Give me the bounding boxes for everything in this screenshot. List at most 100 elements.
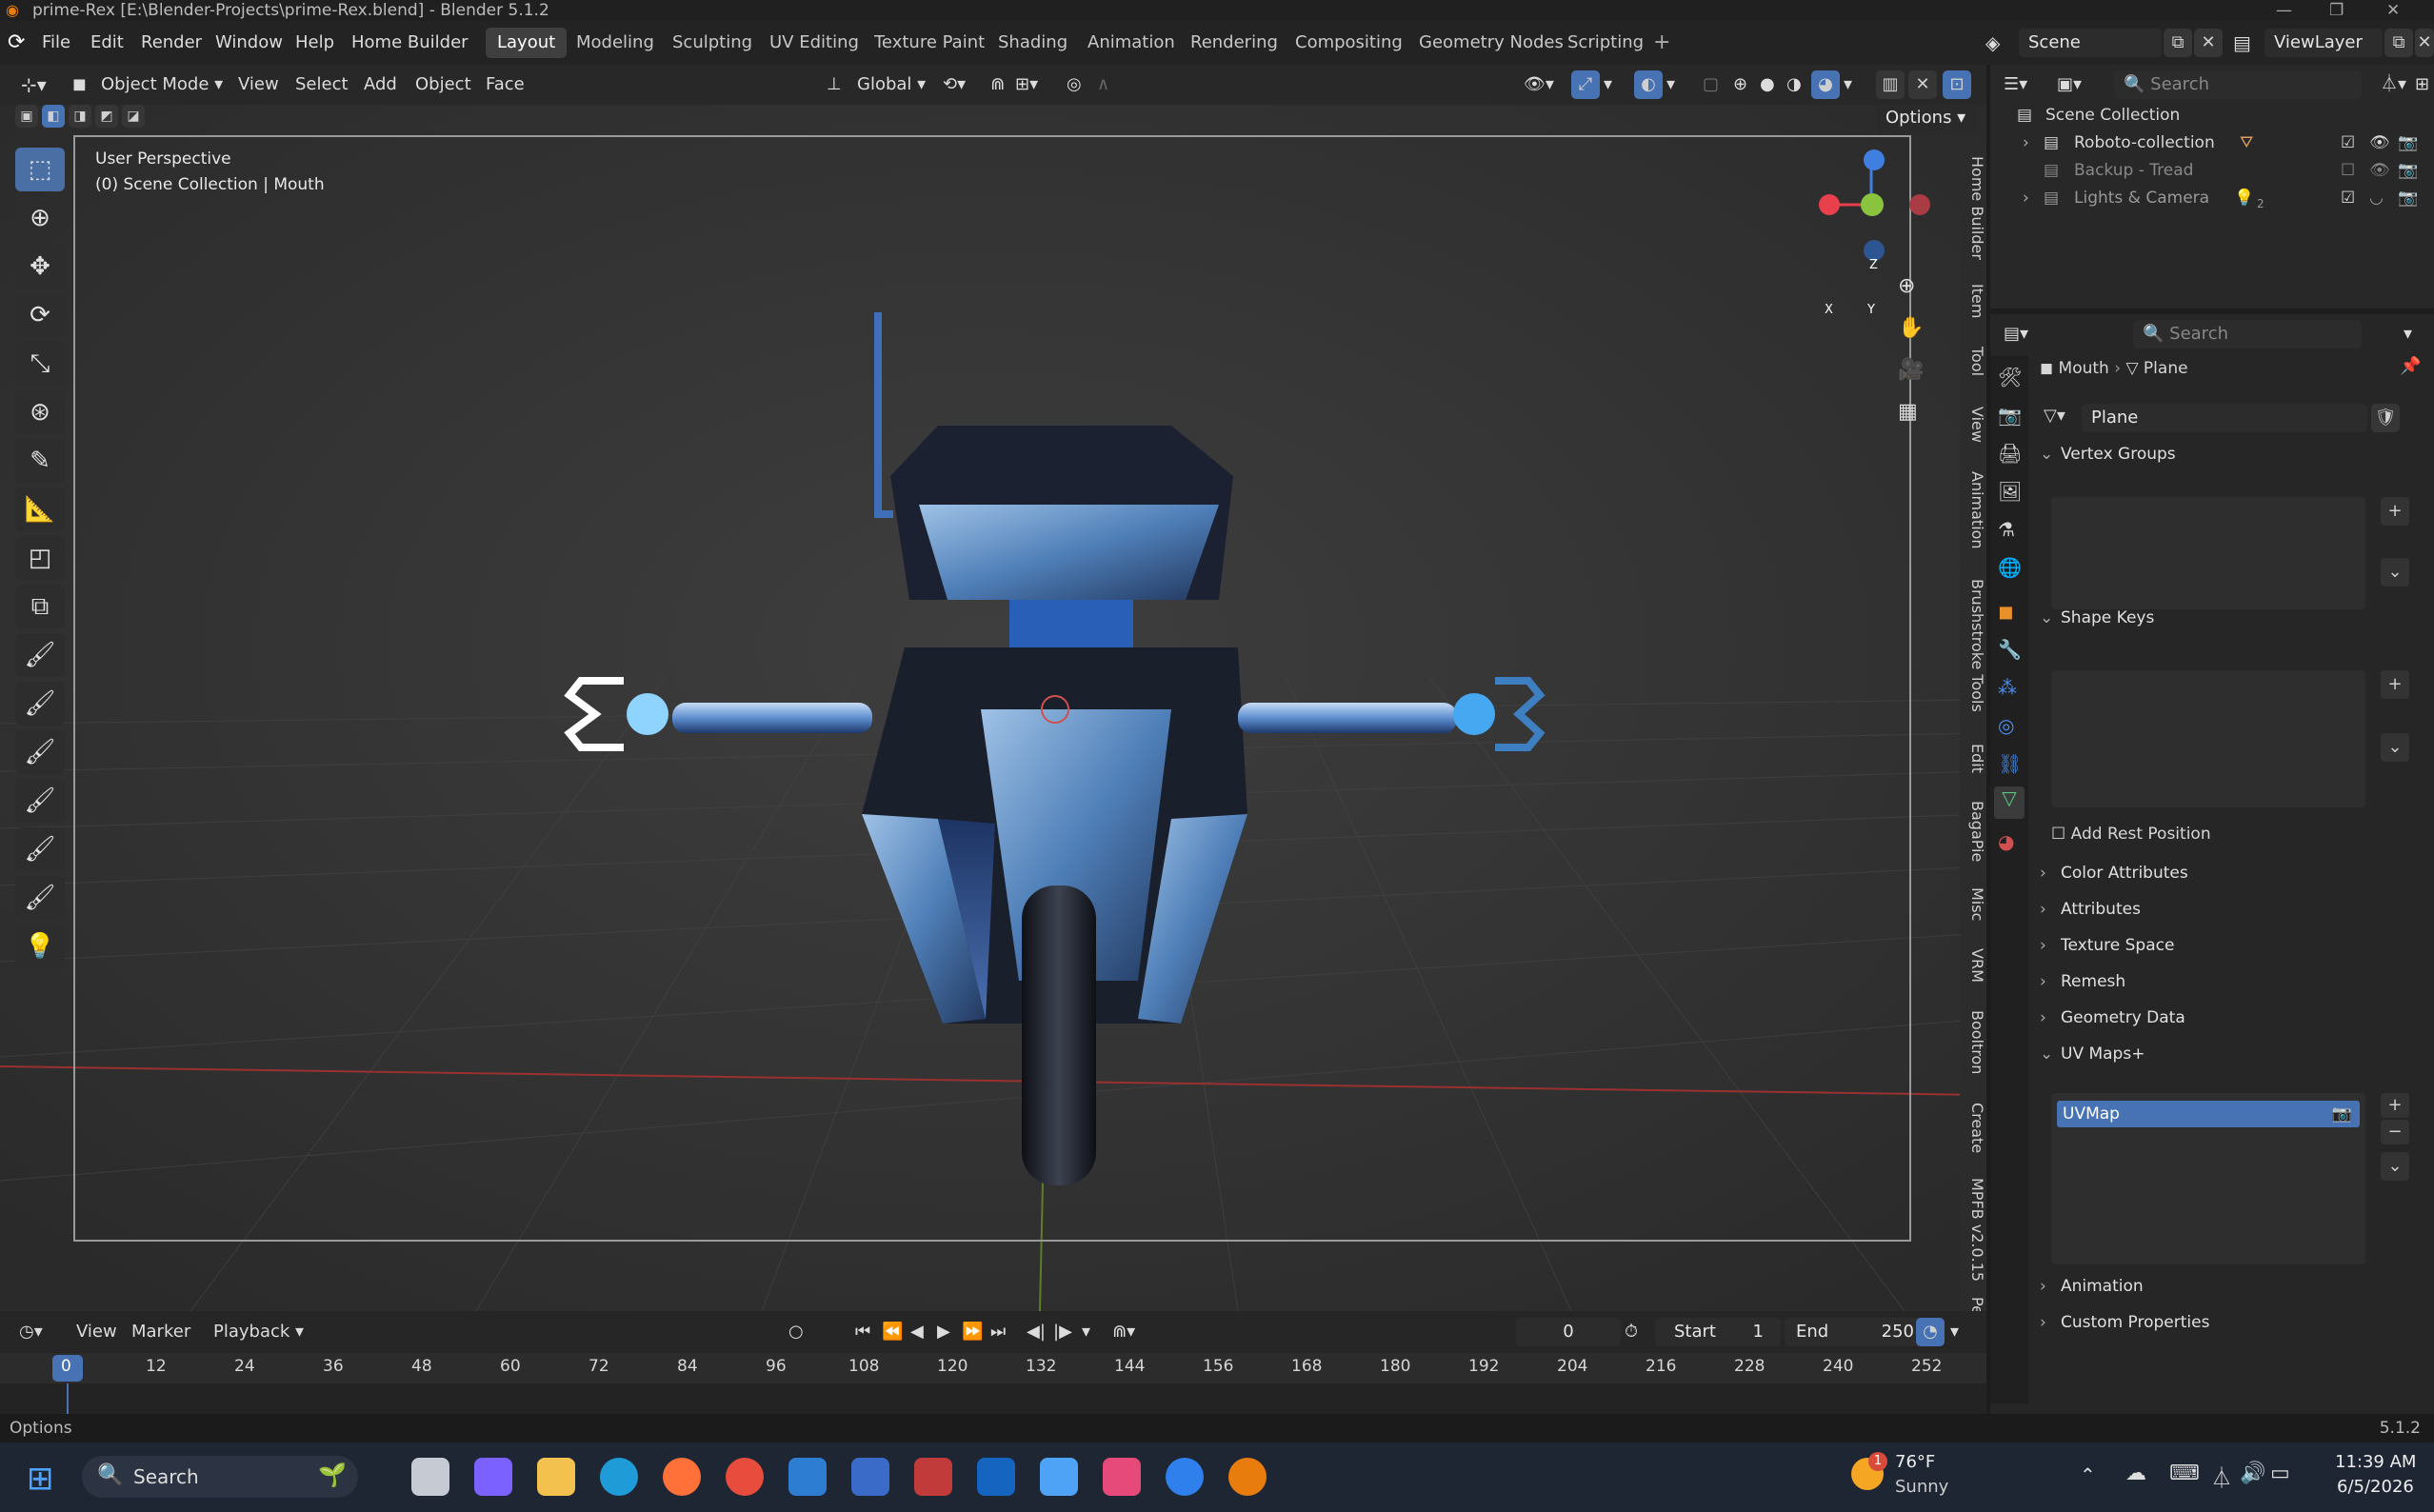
visibility-icon[interactable]: 👁▾	[1524, 70, 1554, 99]
xray-icon[interactable]: ▢	[1703, 70, 1719, 99]
add-mesh-tool-icon[interactable]: ⧉	[15, 585, 65, 628]
prev-keyframe-icon[interactable]: ⏪	[882, 1318, 903, 1346]
menu-face[interactable]: Face	[486, 70, 525, 99]
mode-selector[interactable]: Object Mode ▾	[101, 70, 223, 99]
tab-edit[interactable]: Edit	[1960, 726, 1986, 790]
menu-render[interactable]: Render	[141, 21, 202, 65]
rotate-tool-icon[interactable]: ⟳	[15, 293, 65, 337]
tab-tool[interactable]: Tool	[1960, 329, 1986, 394]
tool-properties-icon[interactable]: 🛠	[1998, 366, 2022, 388]
gizmo-z-icon[interactable]	[1864, 149, 1885, 170]
copilot-icon[interactable]	[474, 1458, 512, 1496]
keyboard-icon[interactable]: ⌨	[2169, 1462, 2200, 1485]
app-icon[interactable]	[914, 1458, 952, 1496]
menu-view[interactable]: View	[238, 70, 279, 99]
properties-search-input[interactable]: 🔍 Search	[2133, 320, 2362, 348]
transform-orientation-selector[interactable]: Global ▾	[857, 70, 926, 99]
play-reverse-icon[interactable]: ◀	[910, 1318, 924, 1346]
render-camera-icon[interactable]: 📷	[2398, 129, 2418, 157]
scene-selector[interactable]: Scene	[2019, 29, 2162, 57]
render-camera-icon[interactable]: 📷	[2398, 185, 2418, 212]
light-tool-icon[interactable]: 💡	[15, 925, 65, 968]
add-shape-key-button[interactable]: +	[2381, 670, 2409, 699]
panel-attributes-header[interactable]: › Attributes	[2040, 893, 2434, 925]
add-uv-map-button[interactable]: +	[2381, 1093, 2409, 1118]
tab-per[interactable]: Per	[1960, 1289, 1986, 1311]
panel-uv-maps-header[interactable]: ⌄ UV Maps+	[2040, 1038, 2434, 1070]
timeline-menu-playback[interactable]: Playback ▾	[213, 1318, 304, 1346]
volume-icon[interactable]: 🔊	[2240, 1462, 2265, 1485]
select-subtract-icon[interactable]: ◨	[69, 105, 91, 128]
stopwatch-icon[interactable]: ⏱	[1625, 1318, 1638, 1346]
vertex-groups-list[interactable]	[2051, 497, 2365, 609]
menu-home-builder[interactable]: Home Builder	[351, 21, 469, 65]
panel-remesh-header[interactable]: › Remesh	[2040, 965, 2434, 998]
shading-solid-icon[interactable]: ●	[1760, 70, 1775, 99]
tab-uv-editing[interactable]: UV Editing	[758, 28, 870, 58]
new-collection-icon[interactable]: ⊞	[2415, 70, 2429, 99]
restore-icon[interactable]: ❐	[2329, 0, 2344, 21]
addon-header-icon[interactable]: ⊡	[1943, 70, 1971, 99]
collapse-icon[interactable]: ✕	[1908, 70, 1937, 99]
panel-geometry-data-header[interactable]: › Geometry Data	[2040, 1002, 2434, 1034]
panel-animation-header[interactable]: › Animation	[2040, 1270, 2434, 1303]
tray-chevron-icon[interactable]: ⌃	[2080, 1463, 2096, 1486]
view-layer-selector[interactable]: ViewLayer	[2264, 29, 2383, 57]
tab-sculpting[interactable]: Sculpting	[661, 28, 764, 58]
task-view-icon[interactable]	[411, 1458, 449, 1496]
remove-view-layer-icon[interactable]: ✕	[2415, 29, 2434, 57]
tab-mpfb[interactable]: MPFB v2.0.15	[1960, 1165, 1986, 1295]
measure-tool-icon[interactable]: 📐	[15, 487, 65, 531]
menu-help[interactable]: Help	[295, 21, 334, 65]
sidebar-toggle-icon[interactable]: ▥	[1876, 70, 1905, 99]
viewport-scene[interactable]	[0, 105, 1986, 1311]
shading-material-icon[interactable]: ◑	[1786, 70, 1802, 99]
constraints-properties-icon[interactable]: ⛓	[1998, 752, 2022, 775]
menu-edit[interactable]: Edit	[90, 21, 124, 65]
camera-view-icon[interactable]: 🎥	[1898, 358, 1924, 382]
onedrive-icon[interactable]: ☁	[2125, 1462, 2146, 1485]
tab-animation[interactable]: Animation	[1076, 28, 1187, 58]
include-checkbox-icon[interactable]: ☑	[2341, 185, 2355, 212]
outliner-row-backup[interactable]: ▤ Backup - Tread ☐ 👁 📷	[1990, 157, 2434, 185]
pin-icon[interactable]: 📌	[2400, 356, 2421, 376]
remove-scene-icon[interactable]: ✕	[2194, 29, 2223, 57]
timeline-view-icon[interactable]: ◔	[1916, 1318, 1945, 1346]
brush-tool-5-icon[interactable]: 🖌	[15, 827, 65, 871]
render-properties-icon[interactable]: 📷	[1998, 404, 2022, 427]
properties-options-icon[interactable]: ▾	[2404, 320, 2412, 348]
gizmo-y-icon[interactable]	[1861, 193, 1884, 216]
tab-animation-side[interactable]: Animation	[1960, 455, 1986, 566]
3d-viewport[interactable]: Z X Y User Perspective (0) Scene Collect…	[0, 105, 1986, 1311]
shading-dropdown-icon[interactable]: ▾	[1844, 70, 1852, 99]
particles-properties-icon[interactable]: ⁂	[1998, 676, 2017, 699]
select-extend-icon[interactable]: ◧	[42, 105, 65, 128]
wifi-icon[interactable]: ⏃	[2211, 1462, 2232, 1492]
add-cube-tool-icon[interactable]: ◰	[15, 536, 65, 580]
overlay-dropdown-icon[interactable]: ▾	[1666, 70, 1675, 99]
robot-right-wrist[interactable]	[1453, 693, 1495, 735]
gizmo-neg-x-icon[interactable]	[1909, 194, 1930, 215]
speedtest-icon[interactable]	[1166, 1458, 1204, 1496]
current-frame-field[interactable]: 0	[1516, 1318, 1621, 1346]
timeline-editor-type-icon[interactable]: ◷▾	[19, 1318, 43, 1346]
shading-rendered-icon[interactable]: ◕	[1811, 70, 1840, 99]
brush-tool-3-icon[interactable]: 🖌	[15, 730, 65, 774]
next-keyframe-icon[interactable]: ⏩	[962, 1318, 983, 1346]
uv-map-menu-button[interactable]: ⌄	[2381, 1152, 2409, 1181]
menu-add[interactable]: Add	[364, 70, 397, 99]
select-new-icon[interactable]: ▣	[15, 105, 38, 128]
robot-head[interactable]	[919, 505, 1219, 600]
transform-tool-icon[interactable]: ⊛	[15, 390, 65, 434]
object-properties-icon[interactable]: ◼	[1998, 600, 2014, 623]
tab-modeling[interactable]: Modeling	[565, 28, 666, 58]
robot-left-wrist[interactable]	[627, 693, 668, 735]
clock-time[interactable]: 11:39 AM	[2335, 1452, 2416, 1472]
zoom-icon[interactable]: ⊕	[1898, 274, 1915, 298]
menu-file[interactable]: File	[42, 21, 70, 65]
calculator-icon[interactable]	[851, 1458, 889, 1496]
minimize-icon[interactable]: —	[2276, 0, 2292, 21]
snap-target-icon[interactable]: ⊞▾	[1015, 70, 1038, 99]
move-tool-icon[interactable]: ✥	[15, 245, 65, 288]
tab-geometry-nodes[interactable]: Geometry Nodes	[1407, 28, 1575, 58]
